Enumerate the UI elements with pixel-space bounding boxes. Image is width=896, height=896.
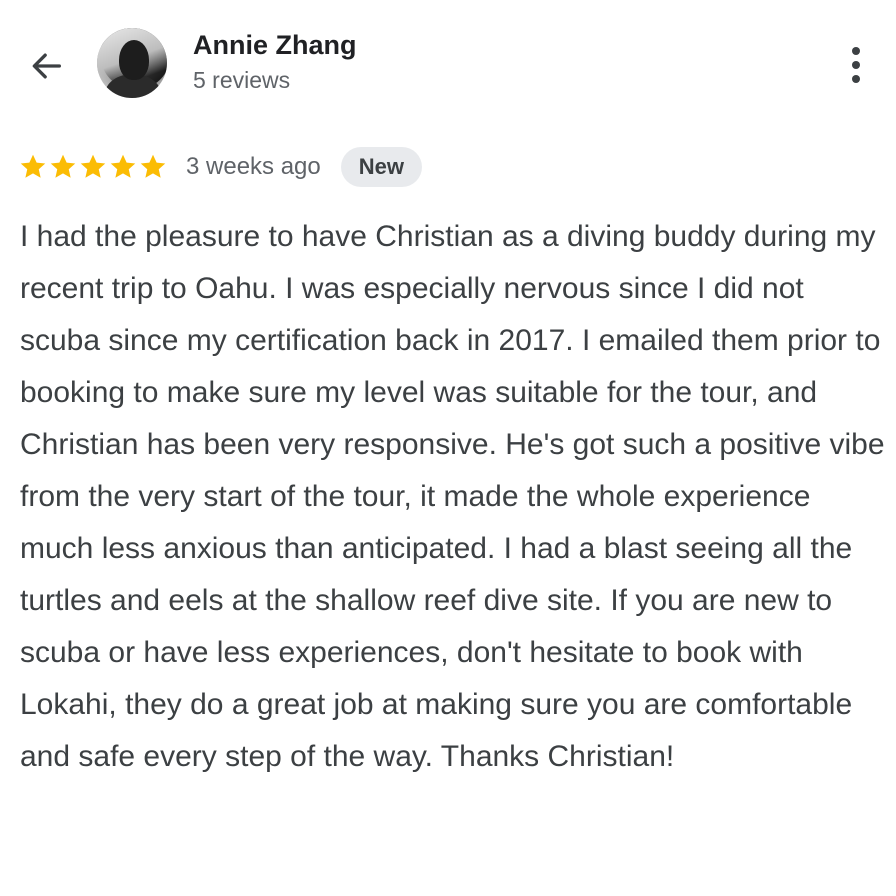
star-icon	[110, 154, 136, 178]
review-date: 3 weeks ago	[186, 153, 321, 180]
review-page: Annie Zhang 5 reviews 3 weeks ago New I …	[0, 0, 896, 896]
review-meta: 3 weeks ago New	[18, 146, 423, 188]
review-header: Annie Zhang 5 reviews	[0, 0, 896, 130]
star-icon	[140, 154, 166, 178]
star-icon	[80, 154, 106, 178]
review-count[interactable]: 5 reviews	[193, 67, 290, 94]
review-text: I had the pleasure to have Christian as …	[20, 220, 885, 773]
new-badge: New	[340, 147, 423, 187]
arrow-left-icon	[32, 53, 61, 79]
more-options-button[interactable]	[836, 40, 876, 90]
star-icon	[20, 154, 46, 178]
star-rating	[18, 152, 168, 182]
reviewer-name[interactable]: Annie Zhang	[193, 30, 357, 61]
avatar[interactable]	[97, 28, 167, 98]
star-icon	[50, 154, 76, 178]
more-vertical-icon	[852, 47, 860, 55]
back-button[interactable]	[24, 44, 68, 88]
